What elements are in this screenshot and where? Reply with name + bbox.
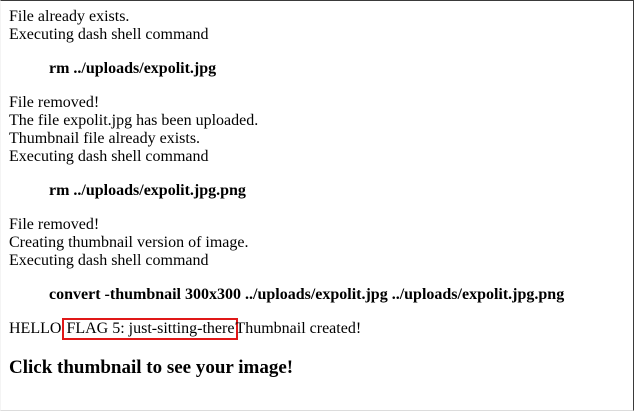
- log-line: File already exists.: [9, 8, 130, 25]
- shell-command: convert -thumbnail 300x300 ../uploads/ex…: [49, 286, 565, 303]
- log-line: Thumbnail file already exists.: [9, 130, 201, 147]
- log-line: File removed!: [9, 94, 100, 111]
- server-output: File already exists. Executing dash shel…: [9, 8, 629, 379]
- log-line: File removed!: [9, 216, 100, 233]
- result-line: HELLO FLAG 5: just-sitting-thereThumbnai…: [9, 318, 629, 340]
- log-line: Creating thumbnail version of image.: [9, 234, 249, 251]
- hello-text: HELLO: [9, 320, 66, 337]
- log-line: The file expolit.jpg has been uploaded.: [9, 112, 259, 129]
- log-line: Executing dash shell command: [9, 252, 209, 269]
- flag-highlight: FLAG 5: just-sitting-there: [62, 318, 239, 340]
- thumbnail-heading: Click thumbnail to see your image!: [9, 357, 294, 378]
- shell-command: rm ../uploads/expolit.jpg.png: [49, 182, 246, 199]
- thumbnail-created-text: Thumbnail created!: [235, 320, 362, 337]
- log-line: Executing dash shell command: [9, 148, 209, 165]
- log-line: Executing dash shell command: [9, 26, 209, 43]
- shell-command: rm ../uploads/expolit.jpg: [49, 60, 217, 77]
